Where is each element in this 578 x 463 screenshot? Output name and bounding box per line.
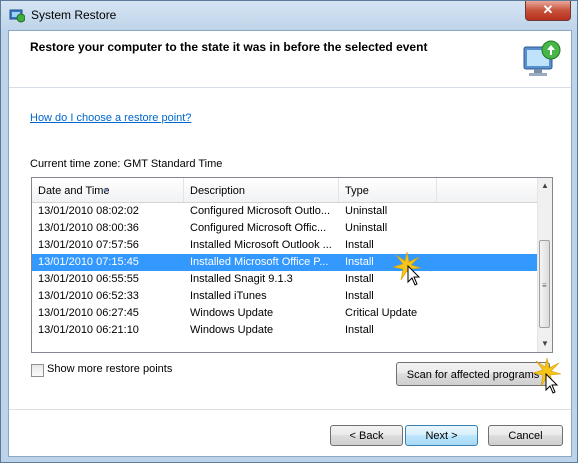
list-header: Date and Time ▼ Description Type <box>32 178 538 203</box>
scroll-thumb[interactable]: ≡ <box>539 240 550 328</box>
column-description[interactable]: Description <box>184 178 339 202</box>
back-button[interactable]: < Back <box>330 425 403 446</box>
row-description: Configured Microsoft Offic... <box>190 222 327 234</box>
page-heading: Restore your computer to the state it wa… <box>30 40 428 54</box>
title-bar[interactable]: System Restore ✕ <box>1 1 577 30</box>
header-band: Restore your computer to the state it wa… <box>9 31 571 88</box>
row-type: Install <box>345 273 374 285</box>
vertical-scrollbar[interactable]: ▲ ≡ ▼ <box>537 178 552 352</box>
row-description: Windows Update <box>190 324 274 336</box>
row-type: Install <box>345 324 374 336</box>
row-description: Installed Microsoft Office P... <box>190 256 329 268</box>
mouse-pointer-icon <box>545 373 559 394</box>
column-label: Date and Time <box>38 185 110 197</box>
row-type: Install <box>345 290 374 302</box>
row-date: 13/01/2010 06:21:10 <box>38 324 139 336</box>
window-title: System Restore <box>31 8 117 22</box>
system-restore-window: System Restore ✕ Restore your computer t… <box>0 0 578 463</box>
row-date: 13/01/2010 07:15:45 <box>38 256 139 268</box>
row-type: Install <box>345 256 374 268</box>
table-row[interactable]: 13/01/2010 08:02:02 Configured Microsoft … <box>32 203 538 220</box>
row-type: Uninstall <box>345 205 388 217</box>
column-label: Type <box>345 185 369 197</box>
row-description: Installed Snagit 9.1.3 <box>190 273 293 285</box>
row-description: Installed Microsoft Outlook ... <box>190 239 332 251</box>
row-date: 13/01/2010 08:02:02 <box>38 205 139 217</box>
timezone-label: Current time zone: GMT Standard Time <box>30 158 223 170</box>
table-row[interactable]: 13/01/2010 06:52:33 Installed iTunes Insta… <box>32 288 538 305</box>
close-button[interactable]: ✕ <box>525 1 571 21</box>
list-rows: 13/01/2010 08:02:02 Configured Microsoft … <box>32 203 538 339</box>
table-row[interactable]: 13/01/2010 07:15:45 Installed Microsoft O… <box>32 254 538 271</box>
row-description: Configured Microsoft Outlo... <box>190 205 331 217</box>
show-more-checkbox[interactable] <box>31 364 44 377</box>
show-more-label: Show more restore points <box>47 363 173 375</box>
row-date: 13/01/2010 07:57:56 <box>38 239 139 251</box>
mouse-pointer-icon <box>407 265 421 286</box>
row-type: Uninstall <box>345 222 388 234</box>
row-type: Critical Update <box>345 307 418 319</box>
footer-divider <box>9 409 571 410</box>
table-row[interactable]: 13/01/2010 06:55:55 Installed Snagit 9.1.… <box>32 271 538 288</box>
grip-icon: ≡ <box>542 281 547 290</box>
row-type: Install <box>345 239 374 251</box>
row-date: 13/01/2010 06:27:45 <box>38 307 139 319</box>
dialog-body: Restore your computer to the state it wa… <box>8 30 572 457</box>
column-type[interactable]: Type <box>339 178 437 202</box>
row-description: Windows Update <box>190 307 274 319</box>
table-row[interactable]: 13/01/2010 08:00:36 Configured Microsoft … <box>32 220 538 237</box>
table-row[interactable]: 13/01/2010 06:27:45 Windows Update Critica… <box>32 305 538 322</box>
sort-arrow-icon: ▼ <box>102 188 109 195</box>
system-restore-icon <box>9 9 25 23</box>
row-date: 13/01/2010 06:52:33 <box>38 290 139 302</box>
next-button[interactable]: Next > <box>405 425 478 446</box>
row-date: 13/01/2010 08:00:36 <box>38 222 139 234</box>
help-link[interactable]: How do I choose a restore point? <box>30 112 191 124</box>
scroll-down-icon[interactable]: ▼ <box>538 336 552 352</box>
table-row[interactable]: 13/01/2010 06:21:10 Windows Update Install <box>32 322 538 339</box>
row-date: 13/01/2010 06:55:55 <box>38 273 139 285</box>
table-row[interactable]: 13/01/2010 07:57:56 Installed Microsoft O… <box>32 237 538 254</box>
system-restore-monitor-icon <box>523 40 561 76</box>
row-description: Installed iTunes <box>190 290 267 302</box>
scan-affected-programs-button[interactable]: Scan for affected programs <box>396 362 550 386</box>
cancel-button[interactable]: Cancel <box>488 425 563 446</box>
scroll-up-icon[interactable]: ▲ <box>538 178 552 194</box>
restore-points-list[interactable]: Date and Time ▼ Description Type 13/01/2… <box>31 177 553 353</box>
column-label: Description <box>190 185 246 197</box>
column-date-and-time[interactable]: Date and Time ▼ <box>32 178 184 202</box>
